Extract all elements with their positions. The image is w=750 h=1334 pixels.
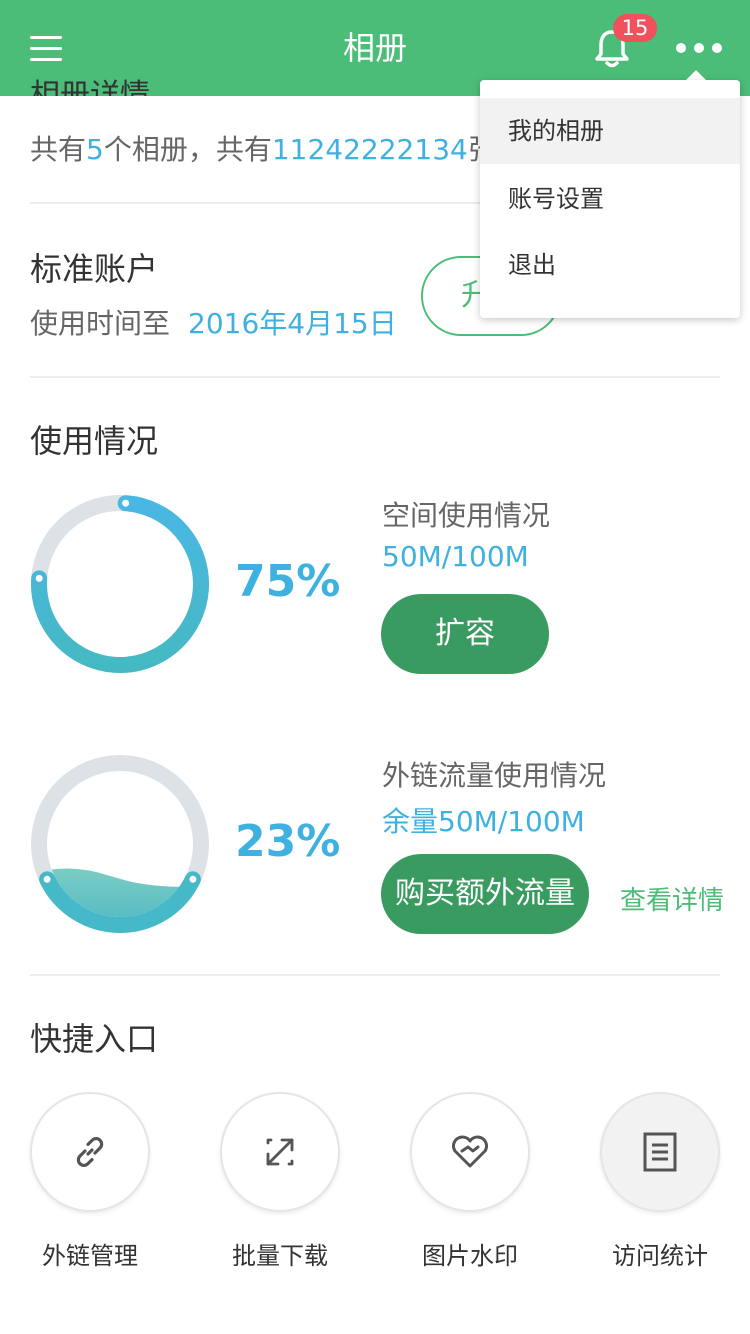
menu-item-my-albums[interactable]: 我的相册 [480, 98, 740, 164]
heart-icon [452, 1135, 488, 1168]
quick-image-watermark[interactable] [410, 1092, 530, 1212]
quick-label: 访问统计 [612, 1242, 708, 1270]
document-icon [643, 1132, 677, 1172]
quick-label: 外链管理 [42, 1242, 138, 1270]
buy-traffic-button[interactable]: 购买额外流量 [381, 854, 589, 934]
traffic-usage-label: 外链流量使用情况 [382, 759, 607, 792]
space-usage-ring [31, 495, 209, 673]
expiry-date: 2016年4月15日 [188, 307, 397, 340]
account-type: 标准账户 [30, 250, 159, 288]
divider [30, 376, 720, 378]
account-expiry: 使用时间至 2016年4月15日 [30, 307, 397, 340]
divider [30, 974, 720, 976]
traffic-usage-percent: 23% [235, 816, 341, 867]
quick-label: 批量下载 [232, 1242, 328, 1270]
traffic-usage-value: 余量50M/100M [382, 805, 585, 838]
notification-badge: 15 [613, 14, 657, 42]
quick-access-stats[interactable] [600, 1092, 720, 1212]
quick-label: 图片水印 [422, 1242, 518, 1270]
traffic-usage-ring [31, 755, 209, 933]
expand-arrows-icon [266, 1138, 294, 1166]
quick-batch-download[interactable] [220, 1092, 340, 1212]
album-count: 5 [86, 133, 104, 166]
photo-count: 11242222134 [271, 133, 468, 166]
quick-entry-title: 快捷入口 [30, 1020, 159, 1058]
space-usage-value: 50M/100M [382, 540, 529, 573]
link-icon [76, 1137, 104, 1167]
more-icon[interactable] [674, 40, 724, 56]
menu-item-logout[interactable]: 退出 [480, 232, 740, 298]
usage-title: 使用情况 [30, 422, 159, 460]
expand-capacity-button[interactable]: 扩容 [381, 594, 549, 674]
album-summary: 共有5个相册，共有11242222134张 [30, 133, 496, 166]
more-dropdown-menu: 我的相册 账号设置 退出 [480, 80, 740, 318]
menu-item-account-settings[interactable]: 账号设置 [480, 166, 740, 232]
view-details-link[interactable]: 查看详情 [620, 880, 724, 917]
quick-link-management[interactable] [30, 1092, 150, 1212]
album-details-heading: 相册详情 [30, 78, 150, 96]
space-usage-label: 空间使用情况 [382, 499, 551, 532]
space-usage-percent: 75% [235, 556, 341, 607]
dropdown-pointer [686, 70, 706, 80]
